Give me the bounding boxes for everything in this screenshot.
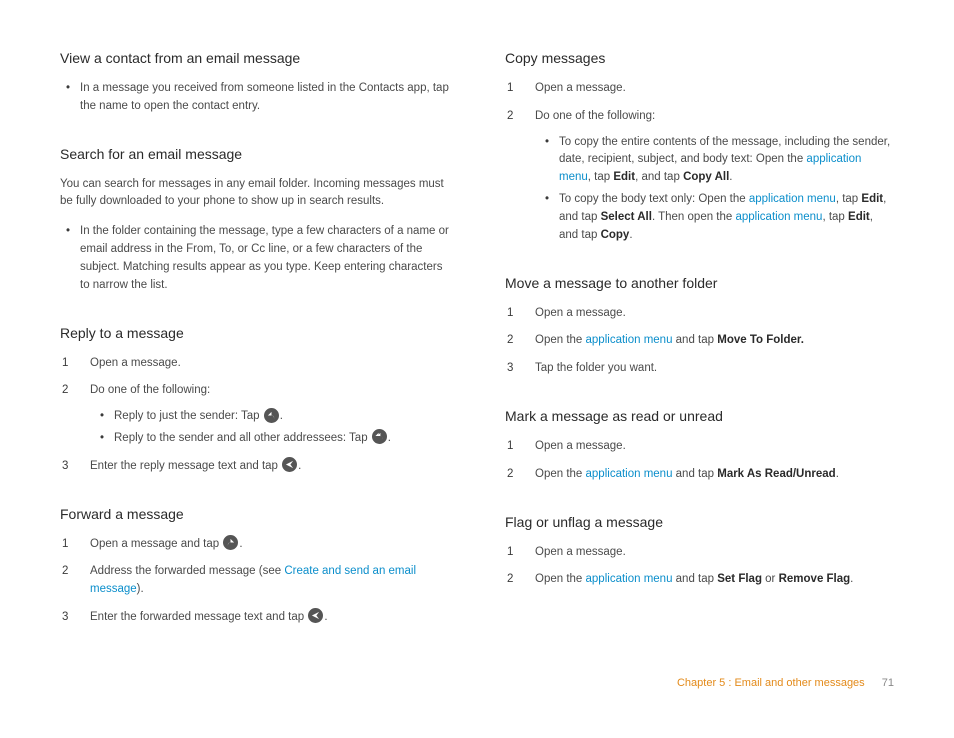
sub-bullets: To copy the entire contents of the messa…: [535, 134, 894, 245]
list-item: To copy the entire contents of the messa…: [545, 134, 894, 187]
text: .: [388, 432, 391, 444]
text: Enter the forwarded message text and tap: [90, 611, 307, 623]
text: To copy the body text only: Open the: [559, 193, 749, 205]
steps-mark-read: Open a message. Open the application men…: [505, 438, 894, 484]
link-application-menu[interactable]: application menu: [586, 334, 673, 346]
text: Enter the reply message text and tap: [90, 460, 281, 472]
text: .: [298, 460, 301, 472]
chapter-label: Chapter 5 : Email and other messages: [677, 677, 865, 689]
list-view-contact: In a message you received from someone l…: [60, 80, 449, 116]
step: Open the application menu and tap Move T…: [505, 332, 894, 350]
page-footer: Chapter 5 : Email and other messages 71: [60, 677, 894, 689]
link-application-menu[interactable]: application menu: [586, 573, 673, 585]
text: .: [280, 410, 283, 422]
heading-view-contact: View a contact from an email message: [60, 50, 449, 66]
step: Enter the forwarded message text and tap…: [60, 609, 449, 627]
text: , and tap: [635, 171, 683, 183]
text: , tap: [822, 211, 848, 223]
text: Reply to the sender and all other addres…: [114, 432, 371, 444]
list-search: In the folder containing the message, ty…: [60, 223, 449, 294]
heading-move-folder: Move a message to another folder: [505, 275, 894, 291]
step: Open the application menu and tap Mark A…: [505, 466, 894, 484]
reply-icon: [264, 408, 279, 423]
heading-forward: Forward a message: [60, 506, 449, 522]
bold: Copy: [601, 229, 630, 241]
list-item: Reply to just the sender: Tap .: [100, 408, 449, 426]
step: Open the application menu and tap Set Fl…: [505, 571, 894, 589]
step: Address the forwarded message (see Creat…: [60, 563, 449, 599]
bold: Copy All: [683, 171, 729, 183]
page-number: 71: [882, 677, 894, 689]
bold: Edit: [861, 193, 883, 205]
step: Do one of the following: Reply to just t…: [60, 382, 449, 447]
text: Reply to just the sender: Tap: [114, 410, 263, 422]
text: Open a message and tap: [90, 538, 222, 550]
text: , tap: [588, 171, 614, 183]
text: . Then open the: [652, 211, 736, 223]
text: ).: [137, 583, 144, 595]
text: and tap: [672, 573, 717, 585]
text: .: [239, 538, 242, 550]
step: Open a message.: [60, 355, 449, 373]
heading-copy-messages: Copy messages: [505, 50, 894, 66]
bold: Edit: [848, 211, 870, 223]
step: Open a message.: [505, 305, 894, 323]
link-application-menu[interactable]: application menu: [749, 193, 836, 205]
bold: Set Flag: [717, 573, 762, 585]
paragraph: You can search for messages in any email…: [60, 176, 449, 212]
text: .: [324, 611, 327, 623]
send-icon: [308, 608, 323, 623]
step: Open a message.: [505, 544, 894, 562]
sub-bullets: Reply to just the sender: Tap . Reply to…: [90, 408, 449, 448]
list-item: In a message you received from someone l…: [66, 80, 449, 116]
text: Open the: [535, 468, 586, 480]
text: Open the: [535, 573, 586, 585]
steps-move: Open a message. Open the application men…: [505, 305, 894, 378]
text: .: [629, 229, 632, 241]
text: , tap: [836, 193, 862, 205]
forward-icon: [223, 535, 238, 550]
steps-copy: Open a message. Do one of the following:…: [505, 80, 894, 245]
bold: Mark As Read/Unread: [717, 468, 835, 480]
step: Tap the folder you want.: [505, 360, 894, 378]
heading-flag: Flag or unflag a message: [505, 514, 894, 530]
step: Enter the reply message text and tap .: [60, 458, 449, 476]
text: or: [762, 573, 779, 585]
link-application-menu[interactable]: application menu: [736, 211, 823, 223]
text: .: [850, 573, 853, 585]
send-icon: [282, 457, 297, 472]
page-body: View a contact from an email message In …: [60, 50, 894, 637]
list-item: To copy the body text only: Open the app…: [545, 191, 894, 244]
text: and tap: [672, 334, 717, 346]
list-item: Reply to the sender and all other addres…: [100, 430, 449, 448]
list-item: In the folder containing the message, ty…: [66, 223, 449, 294]
reply-all-icon: [372, 429, 387, 444]
link-application-menu[interactable]: application menu: [586, 468, 673, 480]
heading-mark-read: Mark a message as read or unread: [505, 408, 894, 424]
text: Address the forwarded message (see: [90, 565, 284, 577]
text: .: [836, 468, 839, 480]
step: Open a message.: [505, 438, 894, 456]
text: and tap: [672, 468, 717, 480]
step: Open a message and tap .: [60, 536, 449, 554]
bold: Remove Flag: [779, 573, 851, 585]
text: Do one of the following:: [535, 110, 655, 122]
heading-reply: Reply to a message: [60, 325, 449, 341]
bold: Select All: [601, 211, 652, 223]
heading-search-message: Search for an email message: [60, 146, 449, 162]
steps-forward: Open a message and tap . Address the for…: [60, 536, 449, 627]
steps-flag: Open a message. Open the application men…: [505, 544, 894, 590]
steps-reply: Open a message. Do one of the following:…: [60, 355, 449, 476]
text: .: [729, 171, 732, 183]
bold: Move To Folder.: [717, 334, 804, 346]
right-column: Copy messages Open a message. Do one of …: [505, 50, 894, 637]
left-column: View a contact from an email message In …: [60, 50, 449, 637]
step: Do one of the following: To copy the ent…: [505, 108, 894, 245]
step-text: Do one of the following:: [90, 384, 210, 396]
step: Open a message.: [505, 80, 894, 98]
bold: Edit: [613, 171, 635, 183]
text: Open the: [535, 334, 586, 346]
